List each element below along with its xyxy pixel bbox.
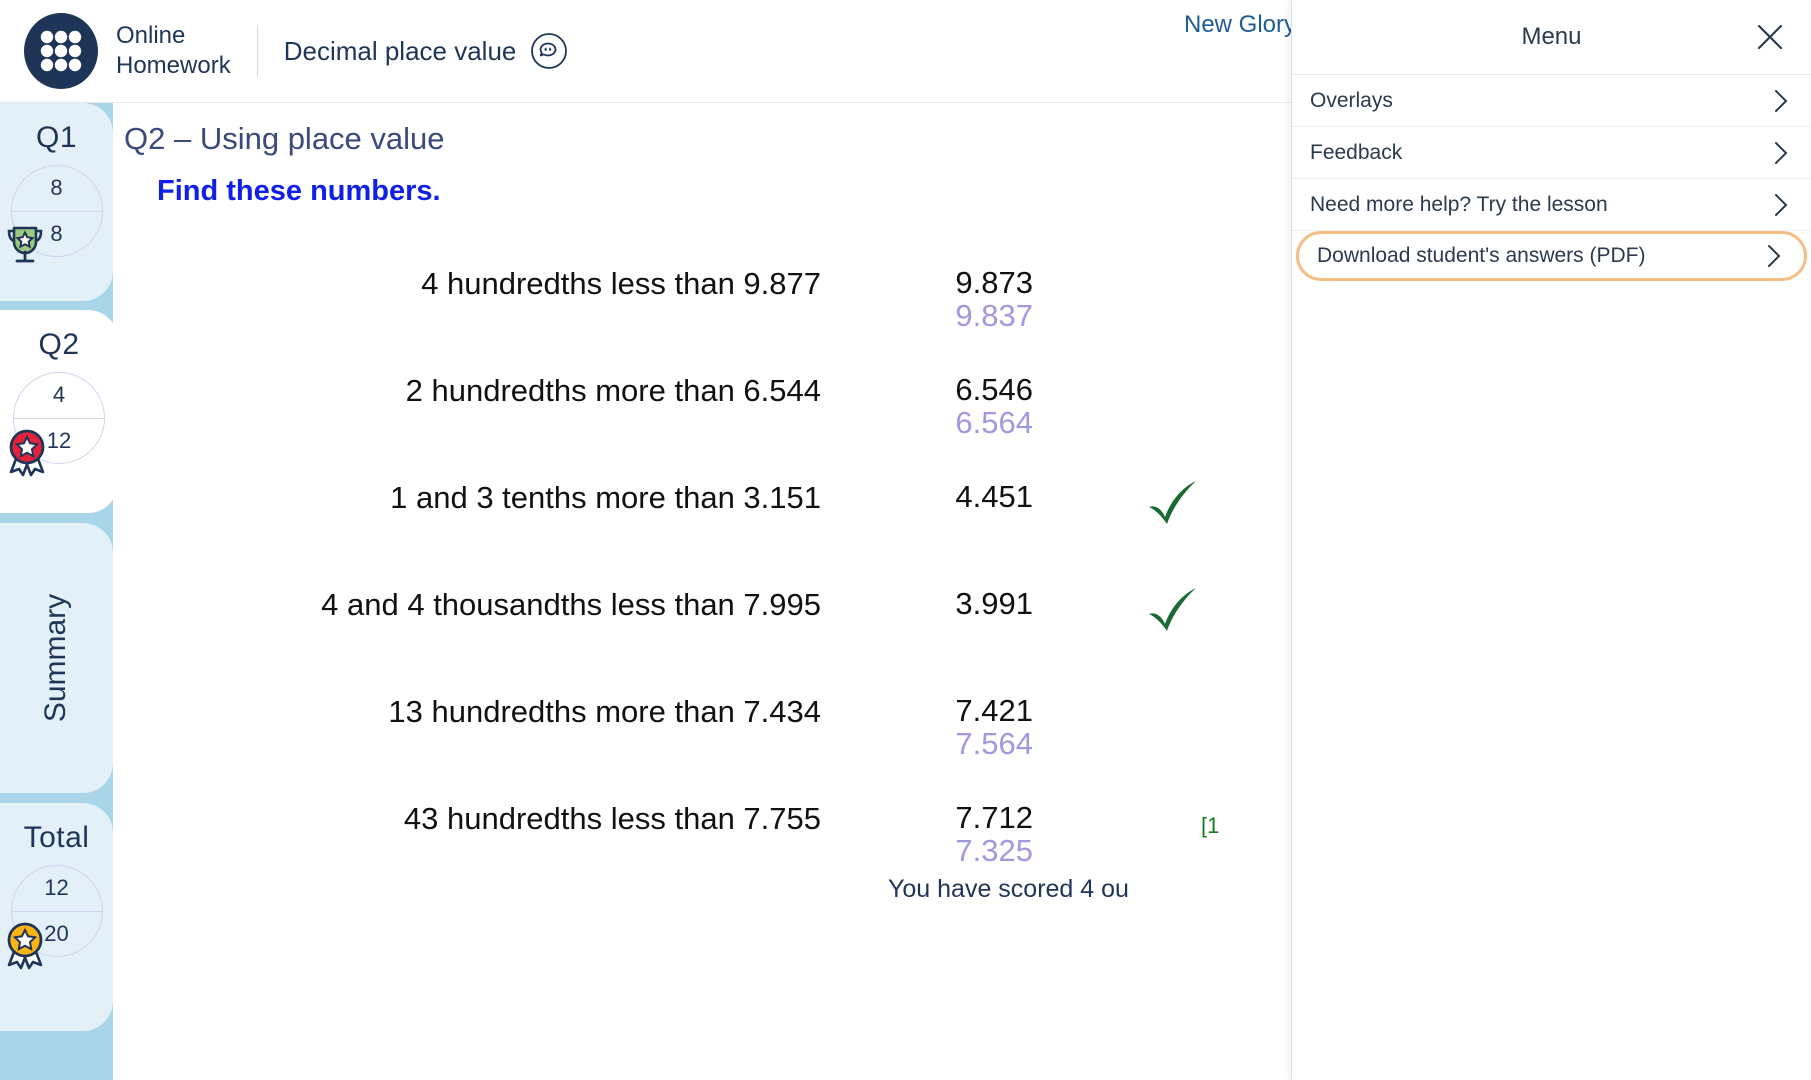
mark-allocation: [1 xyxy=(1201,813,1220,838)
sidebar-item-q2[interactable]: Q2 4 12 xyxy=(0,310,118,513)
menu-item-download-student-s-answers-pdf[interactable]: Download student's answers (PDF) xyxy=(1296,231,1807,281)
chevron-right-icon xyxy=(1766,243,1782,269)
student-answer: 7.421 xyxy=(955,693,1033,728)
correct-answer: 6.564 xyxy=(955,405,1033,441)
sidebar-item-total[interactable]: Total 12 20 xyxy=(0,803,113,1031)
menu-item-label: Feedback xyxy=(1310,140,1403,164)
menu-item-list: Overlays Feedback Need more help? Try the … xyxy=(1292,75,1811,281)
red-rosette-badge xyxy=(0,425,54,479)
correct-tick-icon xyxy=(1141,474,1203,536)
student-answer: 7.712 xyxy=(955,800,1033,835)
q1-score-circle: 8 8 xyxy=(7,165,103,263)
chevron-right-icon xyxy=(1773,192,1789,218)
correct-tick-icon xyxy=(1141,581,1203,643)
page-title: Q2 – Using place value xyxy=(124,121,445,156)
menu-item-label: Download student's answers (PDF) xyxy=(1317,244,1646,267)
green-trophy-badge xyxy=(0,218,52,272)
brand-name: Online Homework xyxy=(116,22,231,79)
answer-group: 3.991 xyxy=(883,586,1033,621)
question-prompt: 2 hundredths more than 6.544 xyxy=(405,373,821,408)
student-answer: 4.451 xyxy=(955,479,1033,514)
q1-label: Q1 xyxy=(35,121,78,154)
close-icon[interactable] xyxy=(1753,20,1787,54)
q2-score-value: 4 xyxy=(52,382,66,407)
menu-item-feedback[interactable]: Feedback xyxy=(1292,127,1811,179)
menu-header: Menu xyxy=(1292,0,1811,75)
student-answer: 3.991 xyxy=(955,586,1033,621)
correct-answer: 9.837 xyxy=(955,298,1033,334)
total-score-circle: 12 20 xyxy=(7,865,103,970)
correct-answer: 7.325 xyxy=(955,833,1033,869)
q1-score-divider xyxy=(11,211,102,212)
answer-group: 6.546 6.564 xyxy=(883,373,1033,440)
answer-group: 7.712 7.325 xyxy=(883,801,1033,868)
question-prompt: 1 and 3 tenths more than 3.151 xyxy=(390,480,821,515)
total-score-value: 12 xyxy=(44,875,69,900)
menu-item-overlays[interactable]: Overlays xyxy=(1292,75,1811,127)
question-prompt: 43 hundredths less than 7.755 xyxy=(403,801,821,836)
correct-answer: 7.564 xyxy=(955,726,1033,762)
q2-score-circle: 4 12 xyxy=(9,372,105,477)
activity-title: Decimal place value xyxy=(283,35,517,66)
gold-rosette-badge xyxy=(0,918,52,972)
student-answer: 9.873 xyxy=(955,265,1033,300)
score-summary-text: You have scored 4 ou xyxy=(888,875,1129,903)
q2-score-divider xyxy=(14,418,104,419)
q1-score-total: 8 xyxy=(50,221,63,246)
app-logo-icon xyxy=(22,12,100,90)
menu-title: Menu xyxy=(1521,23,1582,50)
question-prompt: 13 hundredths more than 7.434 xyxy=(388,694,821,729)
sidebar-item-summary[interactable]: Summary xyxy=(0,523,113,793)
question-instruction: Find these numbers. xyxy=(157,175,441,207)
answer-group: 7.421 7.564 xyxy=(883,694,1033,761)
total-label: Total xyxy=(23,821,90,854)
menu-item-label: Overlays xyxy=(1310,88,1393,112)
question-prompt: 4 hundredths less than 9.877 xyxy=(421,266,821,301)
answer-group: 4.451 xyxy=(883,479,1033,514)
q2-label: Q2 xyxy=(38,328,80,361)
question-prompt: 4 and 4 thousandths less than 7.995 xyxy=(321,587,821,622)
menu-panel: Menu Overlays Feedback Need more help? Try… xyxy=(1291,0,1811,1080)
total-score-divider xyxy=(11,911,102,912)
answer-group: 9.873 9.837 xyxy=(883,266,1033,333)
student-name: New Glory xyxy=(1184,11,1297,38)
summary-label: Summary xyxy=(39,593,73,723)
question-rail: Q1 8 8 Q2 4 12 Summary Total 12 20 xyxy=(0,103,118,1080)
chevron-right-icon xyxy=(1773,140,1789,166)
sidebar-item-q1[interactable]: Q1 8 8 xyxy=(0,103,113,301)
menu-item-label: Need more help? Try the lesson xyxy=(1310,192,1608,216)
student-answer: 6.546 xyxy=(955,372,1033,407)
app-root: Online Homework Decimal place value New … xyxy=(0,0,1811,1080)
header-divider xyxy=(256,25,258,77)
menu-item-need-more-help-try-the-lesson[interactable]: Need more help? Try the lesson xyxy=(1292,179,1811,231)
speech-bubble-icon[interactable] xyxy=(530,32,568,70)
q1-score-value: 8 xyxy=(50,175,63,200)
chevron-right-icon xyxy=(1773,88,1789,114)
